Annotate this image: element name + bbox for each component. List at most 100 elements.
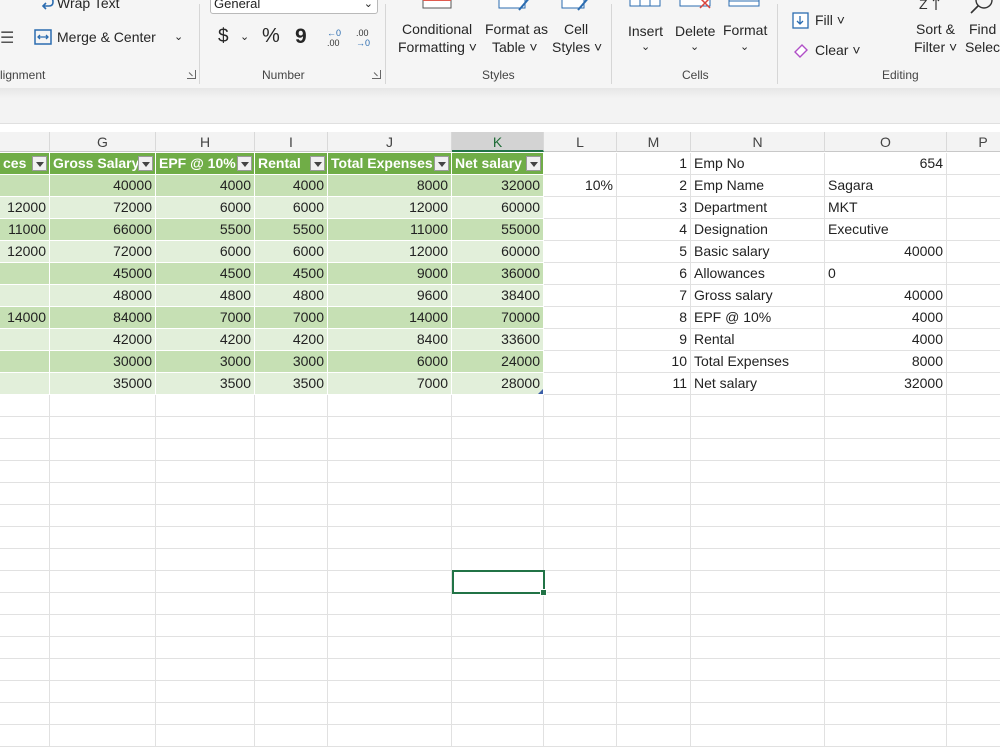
table-cell[interactable]: 9000: [328, 263, 452, 285]
table-cell[interactable]: 7000: [156, 307, 255, 329]
format-cells-icon[interactable]: [727, 0, 763, 15]
grid-cell[interactable]: [617, 461, 691, 483]
table-cell[interactable]: 40000: [50, 175, 156, 197]
detail-label[interactable]: Rental: [691, 329, 825, 351]
grid-cell[interactable]: [825, 725, 947, 747]
grid-cell[interactable]: [328, 549, 452, 571]
detail-number[interactable]: 3: [617, 197, 691, 219]
table-cell[interactable]: 3000: [255, 351, 328, 373]
grid-cell[interactable]: [0, 703, 50, 725]
column-header-G[interactable]: G: [50, 132, 156, 152]
format-as-table-button[interactable]: Format as: [485, 21, 548, 37]
grid-cell[interactable]: [452, 527, 544, 549]
grid-cell[interactable]: [947, 373, 1000, 395]
table-cell[interactable]: 11000: [0, 219, 50, 241]
grid-cell[interactable]: [50, 483, 156, 505]
worksheet-grid[interactable]: G H I J K L M N O Pces Gross Salary EPF @ 10% Rental…: [0, 132, 1000, 750]
wrap-text-icon[interactable]: [36, 0, 54, 13]
column-header-H[interactable]: H: [156, 132, 255, 152]
table-cell[interactable]: 72000: [50, 197, 156, 219]
column-header-L[interactable]: L: [544, 132, 617, 152]
table-cell[interactable]: 4200: [156, 329, 255, 351]
grid-cell[interactable]: [328, 395, 452, 417]
grid-cell[interactable]: [0, 549, 50, 571]
grid-cell[interactable]: [691, 615, 825, 637]
grid-cell[interactable]: [691, 527, 825, 549]
grid-cell[interactable]: [691, 483, 825, 505]
chevron-down-icon[interactable]: ⌄: [641, 40, 650, 53]
grid-cell[interactable]: [544, 549, 617, 571]
find-select-label[interactable]: Select: [965, 39, 1000, 55]
grid-cell[interactable]: [947, 285, 1000, 307]
grid-cell[interactable]: [544, 615, 617, 637]
grid-cell[interactable]: [691, 637, 825, 659]
filter-dropdown-icon[interactable]: [138, 156, 153, 171]
table-cell[interactable]: 8000: [328, 175, 452, 197]
grid-cell[interactable]: [156, 615, 255, 637]
grid-cell[interactable]: [0, 681, 50, 703]
grid-cell[interactable]: [255, 527, 328, 549]
grid-cell[interactable]: [544, 153, 617, 175]
column-header-J[interactable]: J: [328, 132, 452, 152]
detail-value[interactable]: 654: [825, 153, 947, 175]
grid-cell[interactable]: [50, 505, 156, 527]
column-header-O[interactable]: O: [825, 132, 947, 152]
grid-cell[interactable]: [452, 703, 544, 725]
fill-icon[interactable]: [792, 12, 810, 33]
table-cell[interactable]: 7000: [255, 307, 328, 329]
grid-cell[interactable]: [617, 703, 691, 725]
grid-cell[interactable]: [617, 593, 691, 615]
table-cell[interactable]: 84000: [50, 307, 156, 329]
grid-cell[interactable]: [825, 615, 947, 637]
table-cell[interactable]: [0, 263, 50, 285]
chevron-down-icon[interactable]: ⌄: [740, 40, 749, 53]
grid-cell[interactable]: [691, 725, 825, 747]
cell-styles-label[interactable]: Styles ˅: [552, 39, 602, 55]
grid-cell[interactable]: [544, 725, 617, 747]
detail-label[interactable]: Emp Name: [691, 175, 825, 197]
grid-cell[interactable]: [617, 549, 691, 571]
table-cell[interactable]: 8400: [328, 329, 452, 351]
grid-cell[interactable]: [947, 527, 1000, 549]
grid-cell[interactable]: [825, 681, 947, 703]
grid-cell[interactable]: [255, 417, 328, 439]
grid-cell[interactable]: [825, 659, 947, 681]
grid-cell[interactable]: [50, 527, 156, 549]
grid-cell[interactable]: [0, 417, 50, 439]
detail-label[interactable]: Total Expenses: [691, 351, 825, 373]
sort-filter-icon[interactable]: Z: [918, 0, 944, 17]
grid-cell[interactable]: [328, 615, 452, 637]
grid-cell[interactable]: [544, 219, 617, 241]
grid-cell[interactable]: [0, 637, 50, 659]
table-cell[interactable]: 36000: [452, 263, 544, 285]
detail-value[interactable]: 32000: [825, 373, 947, 395]
grid-cell[interactable]: [617, 395, 691, 417]
detail-label[interactable]: Basic salary: [691, 241, 825, 263]
column-header-P[interactable]: P: [947, 132, 1000, 152]
grid-cell[interactable]: [328, 593, 452, 615]
grid-cell[interactable]: [50, 637, 156, 659]
grid-cell[interactable]: [825, 593, 947, 615]
number-format-select[interactable]: General ⌄: [210, 0, 378, 14]
chevron-down-icon[interactable]: ⌄: [240, 30, 249, 43]
grid-cell[interactable]: [691, 593, 825, 615]
grid-cell[interactable]: [544, 659, 617, 681]
grid-cell[interactable]: [617, 615, 691, 637]
format-button[interactable]: Format: [723, 22, 767, 38]
table-cell[interactable]: [0, 329, 50, 351]
grid-cell[interactable]: [544, 395, 617, 417]
table-cell[interactable]: 5500: [156, 219, 255, 241]
detail-label[interactable]: Designation: [691, 219, 825, 241]
table-cell[interactable]: 55000: [452, 219, 544, 241]
grid-cell[interactable]: [0, 505, 50, 527]
grid-cell[interactable]: [50, 571, 156, 593]
grid-cell[interactable]: [255, 549, 328, 571]
insert-cells-icon[interactable]: [628, 0, 664, 15]
grid-cell[interactable]: [328, 483, 452, 505]
grid-cell[interactable]: [825, 527, 947, 549]
grid-cell[interactable]: [328, 637, 452, 659]
grid-cell[interactable]: [328, 659, 452, 681]
grid-cell[interactable]: [156, 483, 255, 505]
table-cell[interactable]: 60000: [452, 197, 544, 219]
grid-cell[interactable]: [50, 725, 156, 747]
